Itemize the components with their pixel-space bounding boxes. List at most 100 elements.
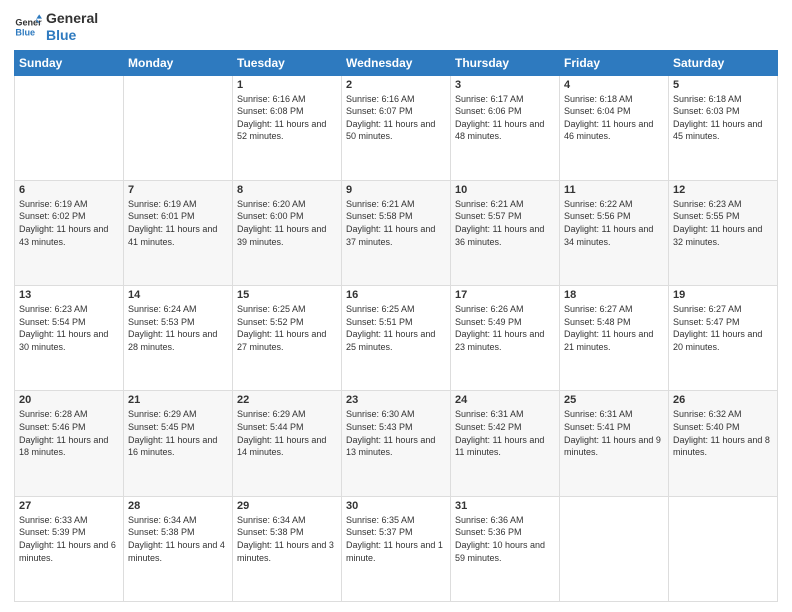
calendar-cell: 9 Sunrise: 6:21 AMSunset: 5:58 PMDaylight… [342, 180, 451, 285]
cell-info: Sunrise: 6:34 AMSunset: 5:38 PMDaylight:… [237, 514, 337, 564]
week-row-1: 1 Sunrise: 6:16 AMSunset: 6:08 PMDaylight… [15, 75, 778, 180]
day-number: 9 [346, 184, 446, 196]
day-number: 1 [237, 79, 337, 91]
day-number: 15 [237, 289, 337, 301]
cell-info: Sunrise: 6:18 AMSunset: 6:03 PMDaylight:… [673, 93, 773, 143]
day-number: 20 [19, 394, 119, 406]
calendar-cell: 30Sunrise: 6:35 AMSunset: 5:37 PMDayligh… [342, 496, 451, 601]
day-number: 6 [19, 184, 119, 196]
col-header-friday: Friday [560, 50, 669, 75]
day-number: 12 [673, 184, 773, 196]
day-number: 25 [564, 394, 664, 406]
calendar-cell: 28Sunrise: 6:34 AMSunset: 5:38 PMDayligh… [124, 496, 233, 601]
day-number: 2 [346, 79, 446, 91]
calendar-cell: 15 Sunrise: 6:25 AMSunset: 5:52 PMDayligh… [233, 286, 342, 391]
calendar-cell: 22 Sunrise: 6:29 AMSunset: 5:44 PMDayligh… [233, 391, 342, 496]
day-number: 27 [19, 500, 119, 512]
cell-info: Sunrise: 6:34 AMSunset: 5:38 PMDaylight:… [128, 514, 228, 564]
calendar-cell: 4 Sunrise: 6:18 AMSunset: 6:04 PMDaylight… [560, 75, 669, 180]
cell-info: Sunrise: 6:25 AMSunset: 5:51 PMDaylight:… [346, 303, 446, 353]
calendar-cell: 20 Sunrise: 6:28 AMSunset: 5:46 PMDayligh… [15, 391, 124, 496]
week-row-5: 27 Sunrise: 6:33 AMSunset: 5:39 PMDayligh… [15, 496, 778, 601]
calendar-cell: 3Sunrise: 6:17 AMSunset: 6:06 PMDaylight… [451, 75, 560, 180]
calendar-cell: 8Sunrise: 6:20 AMSunset: 6:00 PMDaylight… [233, 180, 342, 285]
cell-info: Sunrise: 6:26 AMSunset: 5:49 PMDaylight:… [455, 303, 555, 353]
calendar-cell: 6 Sunrise: 6:19 AMSunset: 6:02 PMDaylight… [15, 180, 124, 285]
cell-info: Sunrise: 6:16 AMSunset: 6:08 PMDaylight:… [237, 93, 337, 143]
calendar-cell: 12Sunrise: 6:23 AMSunset: 5:55 PMDayligh… [669, 180, 778, 285]
calendar-cell [15, 75, 124, 180]
day-number: 23 [346, 394, 446, 406]
calendar-cell: 5 Sunrise: 6:18 AMSunset: 6:03 PMDaylight… [669, 75, 778, 180]
cell-info: Sunrise: 6:29 AMSunset: 5:45 PMDaylight:… [128, 408, 228, 458]
cell-info: Sunrise: 6:36 AMSunset: 5:36 PMDaylight:… [455, 514, 555, 564]
cell-info: Sunrise: 6:17 AMSunset: 6:06 PMDaylight:… [455, 93, 555, 143]
cell-info: Sunrise: 6:29 AMSunset: 5:44 PMDaylight:… [237, 408, 337, 458]
col-header-saturday: Saturday [669, 50, 778, 75]
cell-info: Sunrise: 6:16 AMSunset: 6:07 PMDaylight:… [346, 93, 446, 143]
cell-info: Sunrise: 6:23 AMSunset: 5:54 PMDaylight:… [19, 303, 119, 353]
cell-info: Sunrise: 6:19 AMSunset: 6:01 PMDaylight:… [128, 198, 228, 248]
calendar-cell: 23Sunrise: 6:30 AMSunset: 5:43 PMDayligh… [342, 391, 451, 496]
logo-icon: General Blue [14, 13, 42, 41]
cell-info: Sunrise: 6:20 AMSunset: 6:00 PMDaylight:… [237, 198, 337, 248]
cell-info: Sunrise: 6:18 AMSunset: 6:04 PMDaylight:… [564, 93, 664, 143]
day-number: 10 [455, 184, 555, 196]
day-number: 21 [128, 394, 228, 406]
day-number: 29 [237, 500, 337, 512]
calendar-cell: 7 Sunrise: 6:19 AMSunset: 6:01 PMDaylight… [124, 180, 233, 285]
day-number: 7 [128, 184, 228, 196]
day-number: 5 [673, 79, 773, 91]
logo: General Blue General Blue [14, 10, 98, 44]
calendar-cell: 17 Sunrise: 6:26 AMSunset: 5:49 PMDayligh… [451, 286, 560, 391]
calendar-cell: 1 Sunrise: 6:16 AMSunset: 6:08 PMDaylight… [233, 75, 342, 180]
calendar-cell: 16 Sunrise: 6:25 AMSunset: 5:51 PMDayligh… [342, 286, 451, 391]
calendar-cell: 25 Sunrise: 6:31 AMSunset: 5:41 PMDayligh… [560, 391, 669, 496]
calendar-cell: 19Sunrise: 6:27 AMSunset: 5:47 PMDayligh… [669, 286, 778, 391]
day-number: 30 [346, 500, 446, 512]
week-row-2: 6 Sunrise: 6:19 AMSunset: 6:02 PMDaylight… [15, 180, 778, 285]
day-number: 26 [673, 394, 773, 406]
col-header-tuesday: Tuesday [233, 50, 342, 75]
day-number: 22 [237, 394, 337, 406]
calendar-cell: 27 Sunrise: 6:33 AMSunset: 5:39 PMDayligh… [15, 496, 124, 601]
day-number: 11 [564, 184, 664, 196]
cell-info: Sunrise: 6:27 AMSunset: 5:48 PMDaylight:… [564, 303, 664, 353]
cell-info: Sunrise: 6:33 AMSunset: 5:39 PMDaylight:… [19, 514, 119, 564]
day-number: 14 [128, 289, 228, 301]
day-number: 16 [346, 289, 446, 301]
col-header-sunday: Sunday [15, 50, 124, 75]
cell-info: Sunrise: 6:31 AMSunset: 5:41 PMDaylight:… [564, 408, 664, 458]
calendar-cell: 11Sunrise: 6:22 AMSunset: 5:56 PMDayligh… [560, 180, 669, 285]
col-header-thursday: Thursday [451, 50, 560, 75]
calendar-cell [560, 496, 669, 601]
cell-info: Sunrise: 6:21 AMSunset: 5:57 PMDaylight:… [455, 198, 555, 248]
svg-text:Blue: Blue [15, 27, 35, 37]
calendar-cell: 13Sunrise: 6:23 AMSunset: 5:54 PMDayligh… [15, 286, 124, 391]
col-header-monday: Monday [124, 50, 233, 75]
day-number: 4 [564, 79, 664, 91]
calendar-cell: 24Sunrise: 6:31 AMSunset: 5:42 PMDayligh… [451, 391, 560, 496]
cell-info: Sunrise: 6:19 AMSunset: 6:02 PMDaylight:… [19, 198, 119, 248]
logo-blue: Blue [46, 27, 98, 44]
cell-info: Sunrise: 6:32 AMSunset: 5:40 PMDaylight:… [673, 408, 773, 458]
calendar-cell [124, 75, 233, 180]
cell-info: Sunrise: 6:24 AMSunset: 5:53 PMDaylight:… [128, 303, 228, 353]
calendar-cell: 21 Sunrise: 6:29 AMSunset: 5:45 PMDayligh… [124, 391, 233, 496]
col-header-wednesday: Wednesday [342, 50, 451, 75]
cell-info: Sunrise: 6:27 AMSunset: 5:47 PMDaylight:… [673, 303, 773, 353]
calendar-cell: 18 Sunrise: 6:27 AMSunset: 5:48 PMDayligh… [560, 286, 669, 391]
calendar-cell: 14 Sunrise: 6:24 AMSunset: 5:53 PMDayligh… [124, 286, 233, 391]
cell-info: Sunrise: 6:28 AMSunset: 5:46 PMDaylight:… [19, 408, 119, 458]
cell-info: Sunrise: 6:25 AMSunset: 5:52 PMDaylight:… [237, 303, 337, 353]
cell-info: Sunrise: 6:21 AMSunset: 5:58 PMDaylight:… [346, 198, 446, 248]
calendar-cell: 26 Sunrise: 6:32 AMSunset: 5:40 PMDayligh… [669, 391, 778, 496]
logo-general: General [46, 10, 98, 27]
calendar-cell: 31 Sunrise: 6:36 AMSunset: 5:36 PMDayligh… [451, 496, 560, 601]
day-number: 31 [455, 500, 555, 512]
day-number: 17 [455, 289, 555, 301]
header: General Blue General Blue [14, 10, 778, 44]
day-number: 18 [564, 289, 664, 301]
calendar-header-row: SundayMondayTuesdayWednesdayThursdayFrid… [15, 50, 778, 75]
calendar-cell: 29 Sunrise: 6:34 AMSunset: 5:38 PMDayligh… [233, 496, 342, 601]
